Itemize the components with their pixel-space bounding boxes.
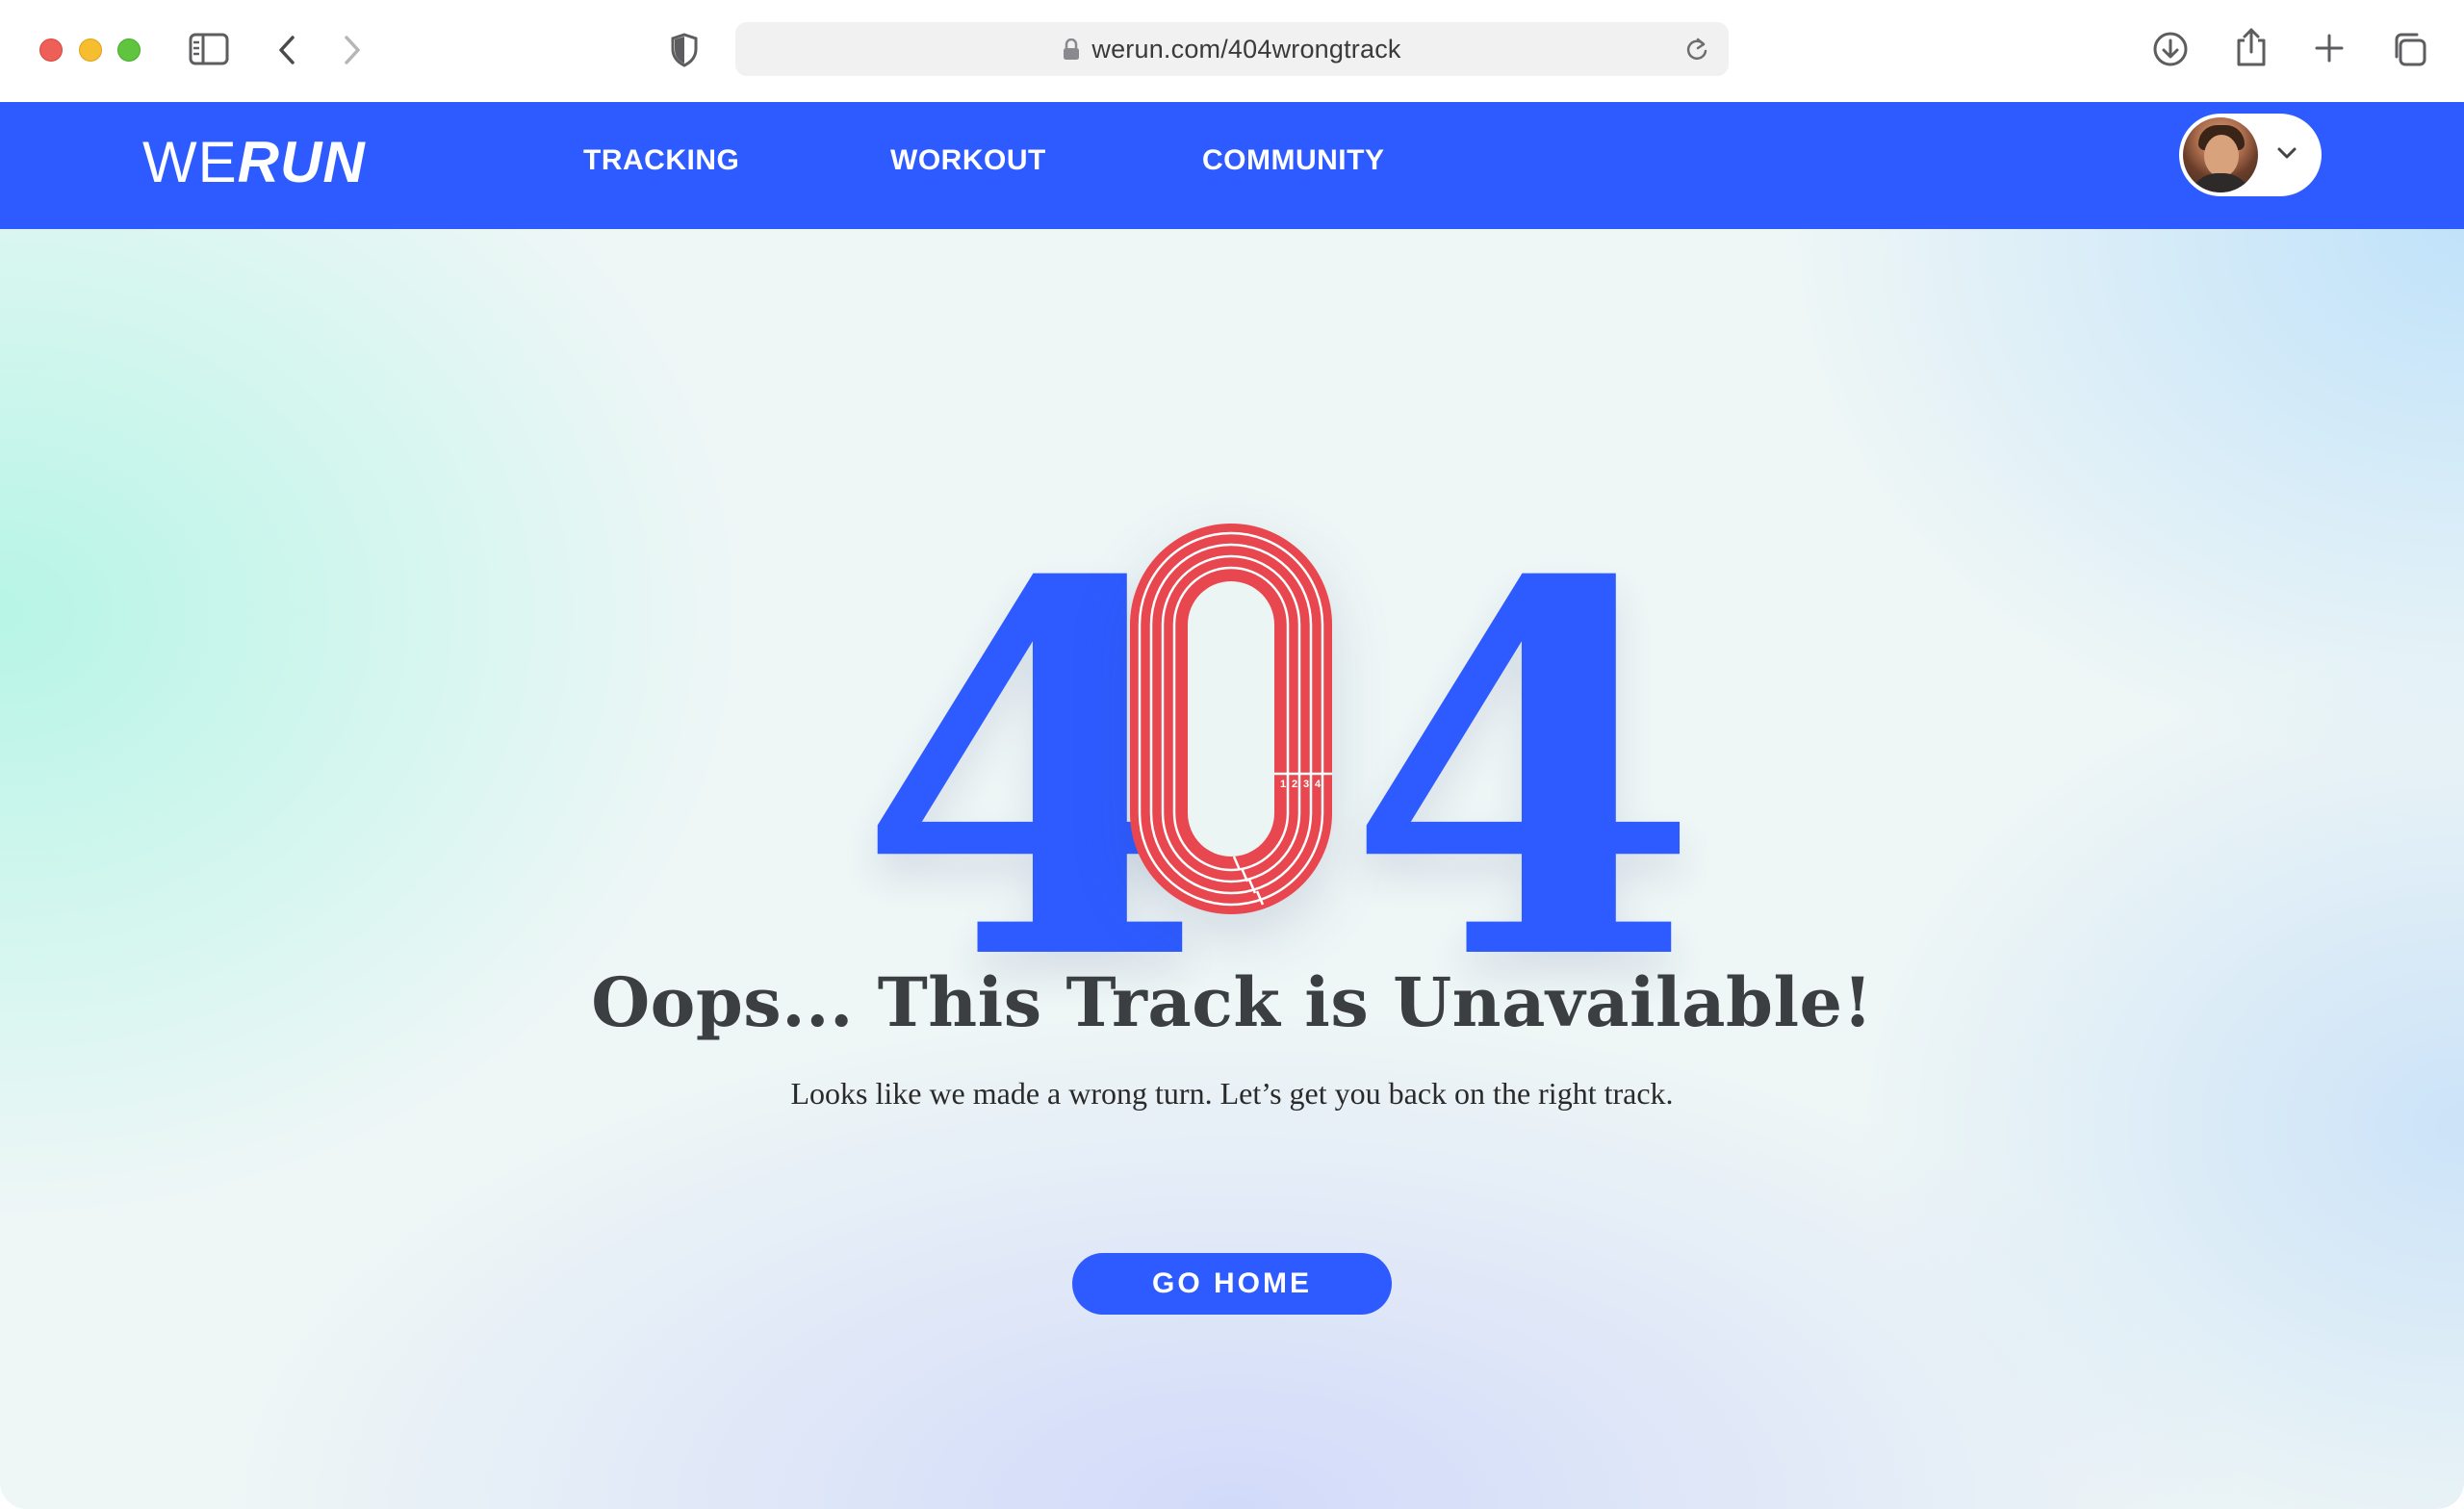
back-icon[interactable] — [277, 35, 296, 65]
nav-community[interactable]: COMMUNITY — [1202, 137, 1384, 185]
sidebar-icon[interactable] — [189, 33, 229, 65]
user-menu[interactable] — [2179, 114, 2322, 196]
tabs-overview-icon[interactable] — [2391, 31, 2427, 67]
address-bar[interactable]: werun.com/404wrongtrack — [735, 22, 1729, 76]
close-window-button[interactable] — [39, 38, 63, 62]
browser-toolbar: werun.com/404wrongtrack — [0, 0, 2464, 102]
werun-logo[interactable]: WE RUN — [142, 129, 366, 196]
url-text: werun.com/404wrongtrack — [1091, 34, 1401, 64]
lane-number: 4 — [1315, 779, 1322, 790]
error-headline: Oops... This Track is Unavailable! — [591, 962, 1873, 1042]
logo-we: WE — [142, 130, 238, 194]
reload-icon[interactable] — [1684, 37, 1709, 66]
lock-icon — [1063, 38, 1080, 60]
error-page: 4 1 2 3 4 4 Oops... This Track is Unavai… — [0, 229, 2464, 1509]
minimize-window-button[interactable] — [79, 38, 102, 62]
lane-number: 3 — [1303, 779, 1309, 790]
error-digit-right: 4 — [1346, 473, 1701, 1072]
lane-number: 1 — [1280, 779, 1286, 790]
shield-icon[interactable] — [670, 33, 699, 67]
error-message: Looks like we made a wrong turn. Let’s g… — [790, 1076, 1674, 1111]
new-tab-icon[interactable] — [2314, 33, 2345, 64]
site-navbar: WE RUN TRACKING WORKOUT COMMUNITY — [0, 102, 2464, 229]
nav-workout[interactable]: WORKOUT — [890, 137, 1046, 185]
logo-run: RUN — [237, 130, 366, 194]
forward-icon[interactable] — [343, 35, 362, 65]
avatar — [2183, 117, 2258, 192]
running-track-zero-icon: 1 2 3 4 — [1130, 524, 1332, 914]
share-icon[interactable] — [2235, 27, 2268, 67]
lane-number: 2 — [1292, 779, 1297, 790]
zoom-window-button[interactable] — [117, 38, 141, 62]
go-home-button[interactable]: GO HOME — [1072, 1253, 1392, 1315]
nav-tracking[interactable]: TRACKING — [583, 137, 739, 185]
chevron-down-icon — [2275, 145, 2298, 166]
download-icon[interactable] — [2152, 31, 2189, 67]
